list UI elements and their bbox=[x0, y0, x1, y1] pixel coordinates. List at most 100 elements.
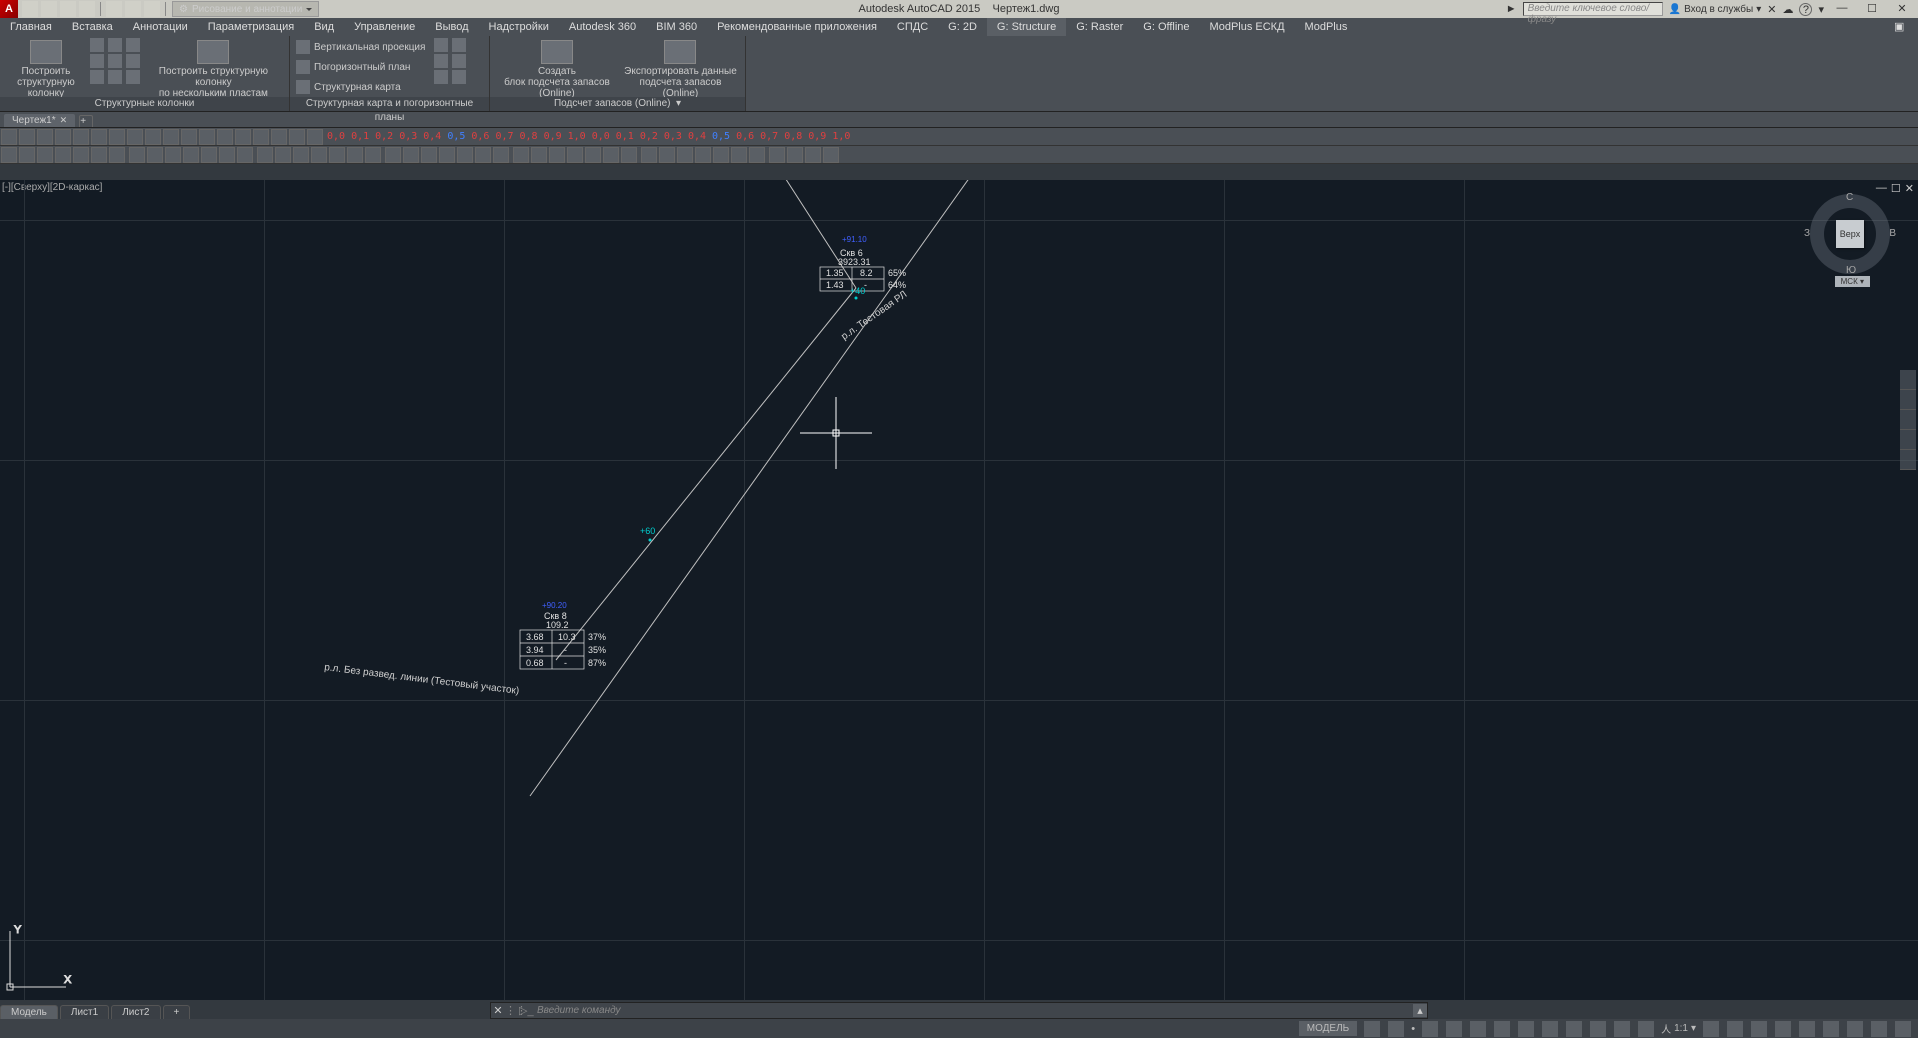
annotation-scale-dropdown[interactable]: 人 1:1 ▾ bbox=[1661, 1021, 1696, 1036]
tool-icon[interactable] bbox=[385, 147, 401, 163]
tool-icon[interactable] bbox=[145, 129, 161, 145]
scale-value[interactable]: 0,9 bbox=[541, 131, 565, 142]
lineweight-toggle-icon[interactable] bbox=[1590, 1021, 1606, 1037]
dynucs-toggle-icon[interactable] bbox=[1542, 1021, 1558, 1037]
build-structural-column-button[interactable]: Построить структурную колонку bbox=[6, 38, 86, 99]
minimize-button[interactable]: — bbox=[1830, 2, 1854, 16]
sheet-tab[interactable]: Лист1 bbox=[60, 1005, 109, 1019]
osnap-toggle-icon[interactable] bbox=[1470, 1021, 1486, 1037]
tool-icon[interactable] bbox=[183, 147, 199, 163]
tool-icon[interactable] bbox=[769, 147, 785, 163]
scale-value[interactable]: 0,4 bbox=[420, 131, 444, 142]
scale-value[interactable]: 0,7 bbox=[757, 131, 781, 142]
map-opt-icon[interactable] bbox=[434, 38, 448, 52]
hardware-accel-icon[interactable] bbox=[1847, 1021, 1863, 1037]
workspace-switch-icon[interactable] bbox=[1703, 1021, 1719, 1037]
help-icon[interactable]: ? bbox=[1799, 3, 1812, 16]
scale-value[interactable]: 0,0 bbox=[324, 131, 348, 142]
drawing-area[interactable]: [-][Сверху][2D-каркас] — ☐ ✕ +91.10 Скв … bbox=[0, 180, 1918, 1000]
lock-ui-icon[interactable] bbox=[1799, 1021, 1815, 1037]
pan-icon[interactable] bbox=[1900, 390, 1916, 410]
tool-icon[interactable] bbox=[109, 129, 125, 145]
cloud-icon[interactable]: ☁ bbox=[1782, 3, 1793, 16]
menu--[interactable]: Аннотации bbox=[123, 18, 198, 36]
tool-icon[interactable] bbox=[275, 147, 291, 163]
navigation-bar[interactable] bbox=[1900, 370, 1916, 470]
tool-icon[interactable] bbox=[311, 147, 327, 163]
isolate-objects-icon[interactable] bbox=[1823, 1021, 1839, 1037]
menu--[interactable]: Рекомендованные приложения bbox=[707, 18, 887, 36]
menu-modplus[interactable]: ModPlus bbox=[1295, 18, 1358, 36]
tool-icon[interactable] bbox=[567, 147, 583, 163]
col-type-icon[interactable] bbox=[126, 54, 140, 68]
tool-icon[interactable] bbox=[1, 129, 17, 145]
horizon-plan-button[interactable]: Погоризонтный план bbox=[296, 58, 430, 76]
tool-icon[interactable] bbox=[129, 147, 145, 163]
ortho-toggle-icon[interactable] bbox=[1422, 1021, 1438, 1037]
document-tab[interactable]: Чертеж1*✕ bbox=[4, 114, 75, 127]
col-type-icon[interactable] bbox=[108, 54, 122, 68]
sheet-tab[interactable]: Модель bbox=[0, 1005, 58, 1019]
map-opt-icon[interactable] bbox=[452, 38, 466, 52]
dyn-input-toggle-icon[interactable] bbox=[1566, 1021, 1582, 1037]
menu--[interactable]: Вид bbox=[304, 18, 344, 36]
scale-value[interactable]: 0,8 bbox=[517, 131, 541, 142]
tool-icon[interactable] bbox=[147, 147, 163, 163]
scale-value[interactable]: 0,3 bbox=[661, 131, 685, 142]
tool-icon[interactable] bbox=[805, 147, 821, 163]
snap-toggle-icon[interactable] bbox=[1388, 1021, 1404, 1037]
sheet-tab[interactable]: Лист2 bbox=[111, 1005, 160, 1019]
scale-value[interactable]: 1,0 bbox=[829, 131, 853, 142]
tool-icon[interactable] bbox=[475, 147, 491, 163]
tool-icon[interactable] bbox=[73, 147, 89, 163]
tool-icon[interactable] bbox=[513, 147, 529, 163]
tool-icon[interactable] bbox=[165, 147, 181, 163]
tool-icon[interactable] bbox=[257, 147, 273, 163]
menu-modplus-[interactable]: ModPlus ЕСКД bbox=[1200, 18, 1295, 36]
menu-g-offline[interactable]: G: Offline bbox=[1133, 18, 1199, 36]
scale-value[interactable]: 0,5 bbox=[709, 131, 733, 142]
tool-icon[interactable] bbox=[659, 147, 675, 163]
tool-icon[interactable] bbox=[621, 147, 637, 163]
col-type-icon[interactable] bbox=[108, 38, 122, 52]
units-icon[interactable] bbox=[1751, 1021, 1767, 1037]
tool-icon[interactable] bbox=[347, 147, 363, 163]
menu--[interactable]: Управление bbox=[344, 18, 425, 36]
viewcube-top[interactable]: Верх bbox=[1836, 220, 1864, 248]
col-type-icon[interactable] bbox=[90, 54, 104, 68]
wcs-dropdown[interactable]: МСК ▾ bbox=[1835, 276, 1870, 287]
tool-icon[interactable] bbox=[55, 147, 71, 163]
scale-value[interactable]: 0,1 bbox=[348, 131, 372, 142]
tool-icon[interactable] bbox=[235, 129, 251, 145]
viewcube-west[interactable]: З bbox=[1804, 228, 1810, 239]
tool-icon[interactable] bbox=[237, 147, 253, 163]
tool-icon[interactable] bbox=[91, 129, 107, 145]
tool-icon[interactable] bbox=[127, 129, 143, 145]
tool-icon[interactable] bbox=[217, 129, 233, 145]
orbit-icon[interactable] bbox=[1900, 430, 1916, 450]
map-opt-icon[interactable] bbox=[434, 70, 448, 84]
tool-icon[interactable] bbox=[37, 147, 53, 163]
tool-icon[interactable] bbox=[271, 129, 287, 145]
viewcube-north[interactable]: С bbox=[1846, 192, 1853, 203]
tool-icon[interactable] bbox=[823, 147, 839, 163]
menu-g-raster[interactable]: G: Raster bbox=[1066, 18, 1133, 36]
scale-value[interactable]: 0,1 bbox=[613, 131, 637, 142]
menu--[interactable]: Надстройки bbox=[479, 18, 559, 36]
vertical-projection-button[interactable]: Вертикальная проекция bbox=[296, 38, 430, 56]
polar-toggle-icon[interactable] bbox=[1446, 1021, 1462, 1037]
maximize-button[interactable]: ☐ bbox=[1860, 2, 1884, 16]
tool-icon[interactable] bbox=[289, 129, 305, 145]
open-icon[interactable] bbox=[41, 1, 57, 17]
tool-icon[interactable] bbox=[293, 147, 309, 163]
customize-icon[interactable] bbox=[1895, 1021, 1911, 1037]
tool-icon[interactable] bbox=[163, 129, 179, 145]
tool-icon[interactable] bbox=[439, 147, 455, 163]
close-button[interactable]: ✕ bbox=[1890, 2, 1914, 16]
nav-wheel-icon[interactable] bbox=[1900, 370, 1916, 390]
export-reserves-button[interactable]: Экспортировать данные подсчета запасов (… bbox=[622, 38, 739, 99]
col-type-icon[interactable] bbox=[126, 38, 140, 52]
tool-icon[interactable] bbox=[1, 147, 17, 163]
viewcube-east[interactable]: В bbox=[1889, 228, 1896, 239]
exchange-icon[interactable]: ✕ bbox=[1767, 3, 1776, 16]
